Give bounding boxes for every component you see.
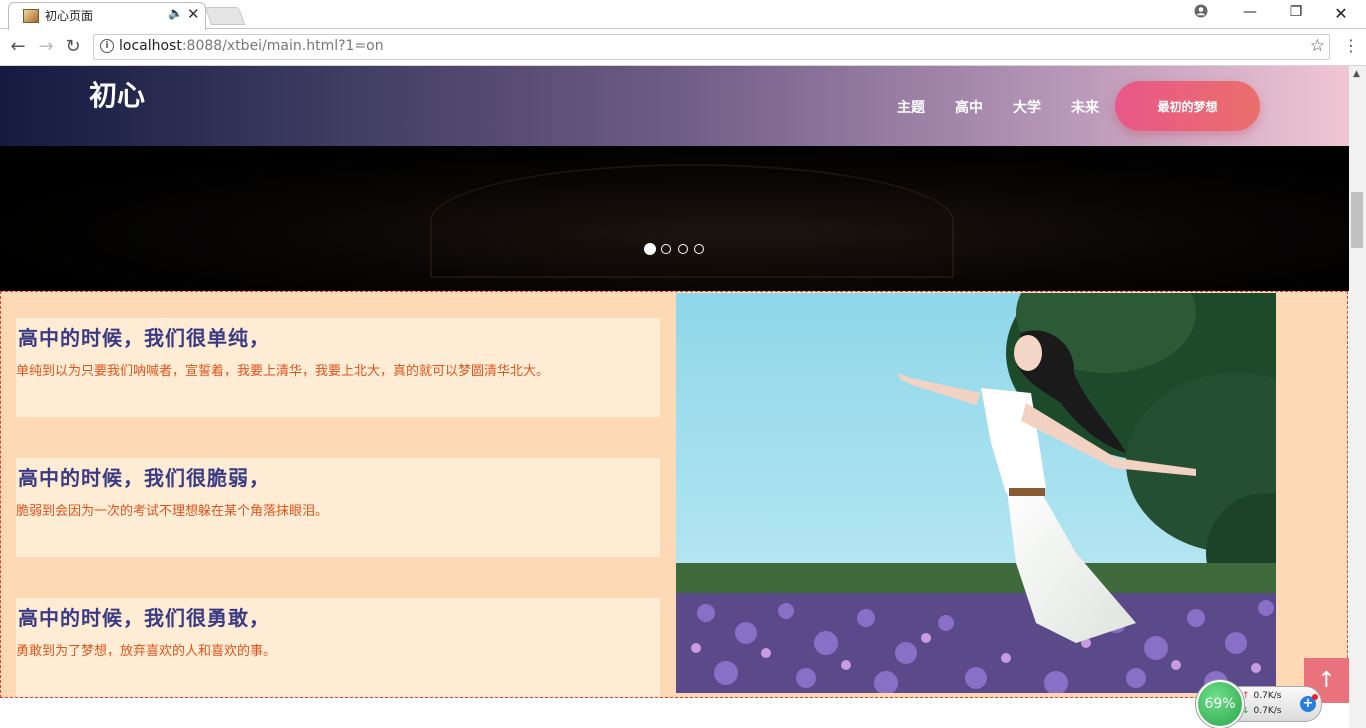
card-text: 勇敢到为了梦想，放弃喜欢的人和喜欢的事。: [16, 644, 277, 659]
download-arrow-icon: ↓: [1242, 706, 1250, 716]
page-scrollbar[interactable]: ▲: [1349, 66, 1366, 728]
upload-speed: ↑ 0.7K/s: [1242, 691, 1281, 701]
scroll-up-arrow-icon[interactable]: ▲: [1353, 69, 1360, 79]
url-path: :8088/xtbei/main.html?1=on: [181, 38, 384, 54]
bookmark-star-icon[interactable]: ☆: [1310, 36, 1325, 56]
nav-item-future[interactable]: 未来: [1071, 97, 1099, 117]
story-card: 高中的时候，我们很单纯， 单纯到以为只要我们呐喊者，宣誓着，我要上清华，我要上北…: [16, 318, 660, 417]
carousel-dot-2[interactable]: [661, 244, 671, 254]
content-section: 高中的时候，我们很单纯， 单纯到以为只要我们呐喊者，宣誓着，我要上清华，我要上北…: [0, 291, 1348, 698]
hero-carousel: [0, 146, 1349, 291]
download-speed-value: 0.7K/s: [1253, 706, 1282, 716]
back-arrow-icon[interactable]: ←: [6, 36, 30, 57]
original-dream-button[interactable]: 最初的梦想: [1115, 81, 1260, 131]
download-speed: ↓ 0.7K/s: [1242, 706, 1281, 716]
page-viewport: 初心 主题 高中 大学 未来 最初的梦想 高中的时候，我们很单纯， 单纯到以为只…: [0, 66, 1349, 728]
site-logo[interactable]: 初心: [89, 74, 145, 114]
address-bar[interactable]: i localhost:8088/xtbei/main.html?1=on ☆: [93, 34, 1330, 60]
carousel-dot-4[interactable]: [694, 244, 704, 254]
url-host: localhost: [119, 38, 182, 54]
story-card: 高中的时候，我们很勇敢， 勇敢到为了梦想，放弃喜欢的人和喜欢的事。: [16, 598, 660, 697]
profile-icon[interactable]: [1186, 4, 1216, 22]
woman-in-flower-field-photo: [676, 293, 1276, 693]
site-header: 初心 主题 高中 大学 未来 最初的梦想: [0, 66, 1349, 146]
browser-toolbar: ← → ↻ i localhost:8088/xtbei/main.html?1…: [0, 29, 1366, 66]
card-title: 高中的时候，我们很单纯，: [18, 326, 270, 350]
audio-icon[interactable]: 🔈: [168, 6, 183, 20]
browser-menu-icon[interactable]: ⋮: [1343, 36, 1359, 55]
new-tab-button[interactable]: [204, 7, 246, 25]
banner-background-shape: [430, 164, 954, 278]
upload-arrow-icon: ↑: [1242, 691, 1250, 701]
reload-icon[interactable]: ↻: [61, 36, 85, 57]
card-text: 脆弱到会因为一次的考试不理想躲在某个角落抹眼泪。: [16, 504, 329, 519]
forward-arrow-icon[interactable]: →: [34, 36, 58, 57]
plus-icon[interactable]: +: [1300, 694, 1318, 712]
carousel-dot-3[interactable]: [678, 244, 688, 254]
tab-close-button[interactable]: ✕: [187, 5, 200, 23]
browser-tabbar: 初心页面 🔈 ✕ — ❐ ✕: [0, 0, 1366, 30]
nav-item-highschool[interactable]: 高中: [955, 97, 983, 117]
site-info-icon[interactable]: i: [100, 39, 114, 53]
browser-tab[interactable]: 初心页面 🔈 ✕: [8, 2, 206, 30]
maximize-button[interactable]: ❐: [1281, 4, 1311, 20]
speed-percent-circle[interactable]: 69%: [1196, 680, 1244, 728]
card-text: 单纯到以为只要我们呐喊者，宣誓着，我要上清华，我要上北大，真的就可以梦圆清华北大…: [16, 364, 550, 379]
card-title: 高中的时候，我们很脆弱，: [18, 466, 270, 490]
carousel-dot-1[interactable]: [644, 243, 656, 255]
story-card: 高中的时候，我们很脆弱， 脆弱到会因为一次的考试不理想躲在某个角落抹眼泪。: [16, 458, 660, 557]
upload-speed-value: 0.7K/s: [1253, 691, 1282, 701]
url-text[interactable]: localhost:8088/xtbei/main.html?1=on: [119, 38, 384, 54]
scroll-thumb[interactable]: [1351, 192, 1363, 248]
tab-title: 初心页面: [45, 9, 94, 23]
nav-item-university[interactable]: 大学: [1013, 97, 1041, 117]
card-title: 高中的时候，我们很勇敢，: [18, 606, 270, 630]
close-window-button[interactable]: ✕: [1326, 4, 1356, 23]
minimize-button[interactable]: —: [1235, 4, 1265, 20]
network-speed-widget[interactable]: 69% ↑ 0.7K/s ↓ 0.7K/s +: [1196, 680, 1322, 728]
favicon-icon: [23, 9, 39, 23]
nav-item-theme[interactable]: 主题: [897, 97, 925, 117]
